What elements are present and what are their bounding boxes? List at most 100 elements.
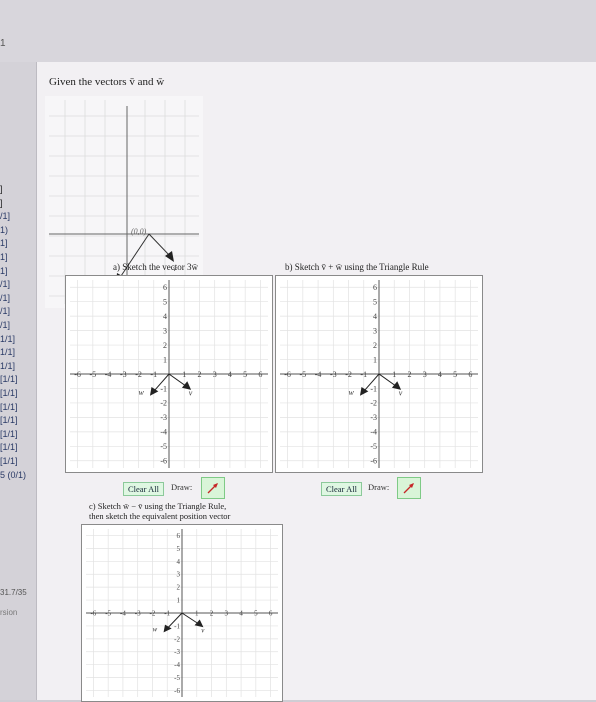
x-tick-label: -4 — [315, 370, 322, 379]
score-item[interactable]: ] — [0, 184, 3, 194]
y-tick-label: 6 — [373, 283, 377, 292]
vector-v-label: v — [201, 626, 205, 634]
graph-a[interactable]: -6 -5 -4 -3 -2 -1 1 2 3 4 5 6 6 5 4 3 2 1 -1 -2 -3 -4 -5 -6 v w — [65, 275, 273, 473]
y-tick-label: -2 — [370, 399, 377, 408]
x-tick-label: -6 — [284, 370, 291, 379]
x-tick-label: -1 — [360, 370, 367, 379]
y-tick-label: 4 — [177, 558, 181, 566]
y-tick-label: -4 — [370, 428, 377, 437]
score-item[interactable]: [1/1] — [0, 442, 18, 452]
graph-b-svg[interactable]: -6 -5 -4 -3 -2 -1 1 2 3 4 5 6 6 5 4 3 2 1 -1 -2 -3 -4 -5 -6 v w — [276, 276, 482, 472]
y-tick-label: -4 — [174, 661, 180, 669]
y-tick-label: -4 — [160, 428, 167, 437]
y-tick-label: -2 — [174, 635, 180, 643]
x-tick-label: -2 — [135, 370, 142, 379]
graph-c-svg[interactable]: -6 -5 -4 -3 -2 -1 1 2 3 4 5 6 6 5 4 3 2 1 -1 -2 -3 -4 -5 -6 v w — [82, 525, 282, 701]
x-tick-label: -6 — [74, 370, 81, 379]
score-item[interactable]: [1/1] — [0, 456, 18, 466]
vector-v-label: v — [399, 389, 403, 398]
origin-label: (0,0) — [131, 227, 147, 236]
x-tick-label: 4 — [438, 370, 442, 379]
score-item[interactable]: /1] — [0, 306, 10, 316]
x-tick-label: -2 — [345, 370, 352, 379]
y-tick-label: -6 — [160, 457, 167, 466]
y-tick-label: 1 — [373, 355, 377, 364]
y-tick-label: -5 — [370, 442, 377, 451]
clear-all-button-b[interactable]: Clear All — [321, 482, 362, 496]
y-tick-label: -3 — [370, 413, 377, 422]
y-tick-label: -6 — [174, 687, 180, 695]
y-tick-label: 3 — [163, 326, 167, 335]
graph-a-svg[interactable]: -6 -5 -4 -3 -2 -1 1 2 3 4 5 6 6 5 4 3 2 1 -1 -2 -3 -4 -5 -6 v w — [66, 276, 272, 472]
x-tick-label: -3 — [330, 370, 337, 379]
draw-vector-tool-b[interactable] — [397, 477, 421, 499]
y-tick-label: -3 — [174, 648, 180, 656]
question-panel: Given the vectors v̄ and w̄ w (0,0) v 🔍 — [36, 62, 596, 702]
score-item[interactable]: [1/1] — [0, 388, 18, 398]
score-item[interactable]: 1) — [0, 225, 8, 235]
x-tick-label: 4 — [239, 609, 243, 617]
x-tick-label: 5 — [254, 609, 258, 617]
y-tick-label: 6 — [177, 532, 181, 540]
y-tick-label: 3 — [373, 326, 377, 335]
draw-label-a: Draw: — [171, 482, 193, 492]
graph-b[interactable]: -6 -5 -4 -3 -2 -1 1 2 3 4 5 6 6 5 4 3 2 1 -1 -2 -3 -4 -5 -6 v w — [275, 275, 483, 473]
y-tick-label: 4 — [373, 312, 377, 321]
graph-c[interactable]: -6 -5 -4 -3 -2 -1 1 2 3 4 5 6 6 5 4 3 2 1 -1 -2 -3 -4 -5 -6 v w — [81, 524, 283, 702]
score-item[interactable]: /1] — [0, 279, 10, 289]
caption-c: c) Sketch w̄ − v̄ using the Triangle Rul… — [89, 501, 230, 521]
x-tick-label: -5 — [300, 370, 307, 379]
vector-w-label: w — [349, 388, 355, 397]
x-tick-label: 4 — [228, 370, 232, 379]
score-item[interactable]: 1/1] — [0, 347, 15, 357]
score-item[interactable]: /1] — [0, 320, 10, 330]
score-item[interactable]: 5 (0/1) — [0, 470, 26, 480]
x-tick-label: -5 — [105, 609, 111, 617]
score-item[interactable]: 1] — [0, 266, 8, 276]
y-tick-label: 5 — [177, 545, 181, 553]
y-tick-label: 4 — [163, 312, 167, 321]
score-item[interactable]: ] — [0, 198, 3, 208]
vector-arrow-icon — [403, 483, 414, 494]
y-tick-label: -1 — [174, 622, 180, 630]
x-tick-label: 1 — [182, 370, 186, 379]
score-item[interactable]: [1/1] — [0, 374, 18, 384]
clear-all-button-a[interactable]: Clear All — [123, 482, 164, 496]
x-tick-label: 2 — [210, 609, 214, 617]
x-tick-label: 3 — [225, 609, 229, 617]
score-item[interactable]: [1/1] — [0, 415, 18, 425]
draw-label-b: Draw: — [368, 482, 390, 492]
score-item[interactable]: 1] — [0, 238, 8, 248]
score-item[interactable]: [1/1] — [0, 402, 18, 412]
x-tick-label: -3 — [135, 609, 141, 617]
x-tick-label: 6 — [269, 609, 273, 617]
version-link[interactable]: rsion — [0, 608, 17, 617]
x-tick-label: 3 — [423, 370, 427, 379]
vector-w-label: w — [139, 388, 145, 397]
x-tick-label: 2 — [407, 370, 411, 379]
x-tick-label: -1 — [150, 370, 157, 379]
score-item[interactable]: /1] — [0, 211, 10, 221]
x-tick-label: 6 — [258, 370, 262, 379]
caption-c-line1: c) Sketch w̄ − v̄ using the Triangle Rul… — [89, 501, 227, 511]
score-item[interactable]: 1/1] — [0, 361, 15, 371]
draw-vector-tool-a[interactable] — [201, 477, 225, 499]
x-tick-label: 5 — [453, 370, 457, 379]
score-item[interactable]: [1/1] — [0, 429, 18, 439]
x-tick-label: 1 — [392, 370, 396, 379]
caption-b: b) Sketch v̄ + w̄ using the Triangle Rul… — [285, 262, 429, 272]
y-tick-label: -5 — [160, 442, 167, 451]
score-item[interactable]: /1] — [0, 293, 10, 303]
x-tick-label: -4 — [105, 370, 112, 379]
x-tick-label: 6 — [468, 370, 472, 379]
y-tick-label: -2 — [160, 399, 167, 408]
x-tick-label: 3 — [213, 370, 217, 379]
caption-a: a) Sketch the vector 3w̄ — [113, 262, 198, 272]
score-item[interactable]: 1] — [0, 252, 8, 262]
y-tick-label: -3 — [160, 413, 167, 422]
x-tick-label: 2 — [197, 370, 201, 379]
y-tick-label: -6 — [370, 457, 377, 466]
vector-v-label: v — [189, 389, 193, 398]
y-tick-label: 1 — [163, 355, 167, 364]
score-item[interactable]: 1/1] — [0, 334, 15, 344]
